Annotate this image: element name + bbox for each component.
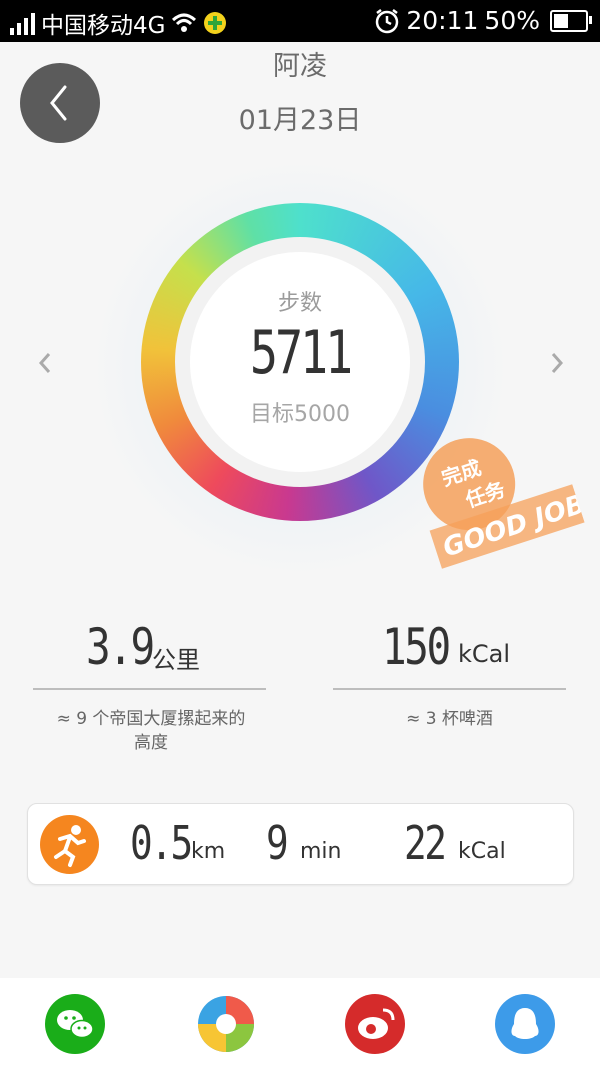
share-weibo-button[interactable] (345, 994, 405, 1054)
date-label: 01月23日 (238, 105, 362, 136)
battery-icon (550, 9, 592, 32)
qq-icon (511, 1008, 539, 1039)
activity-time-value: 9 (266, 816, 289, 870)
chevron-right-icon (551, 353, 564, 373)
activity-card[interactable]: 0.5 km 9 min 22 kCal (27, 803, 574, 885)
share-qq-button[interactable] (495, 994, 555, 1054)
user-name: 阿凌 (273, 51, 327, 82)
distance-value: 3.9 (86, 618, 155, 676)
previous-day-button[interactable] (30, 348, 60, 378)
steps-summary: 步数 5711 目标5000 (190, 252, 410, 472)
share-wechat-button[interactable] (45, 994, 105, 1054)
chevron-left-icon (38, 353, 51, 373)
goal-label: 目标5000 (250, 402, 350, 427)
status-bar-left: 中国移动4G (10, 6, 227, 40)
runner-figure (54, 825, 86, 867)
status-bar: 中国移动4G 20:11 50% (0, 0, 600, 42)
calories-divider (333, 688, 566, 690)
clock-time: 20:11 (406, 6, 479, 35)
calories-comparison: ≈ 3 杯啤酒 (406, 709, 493, 729)
weibo-icon (358, 1008, 395, 1039)
app-notification-icon (204, 12, 227, 34)
carrier-label: 中国移动4G (41, 13, 166, 39)
activity-distance-value: 0.5 (130, 816, 193, 870)
signal-icon (10, 11, 35, 35)
activity-time-unit: min (300, 839, 342, 864)
activity-calories-value: 22 (404, 816, 447, 870)
next-day-button[interactable] (542, 348, 572, 378)
share-camera-button[interactable] (196, 994, 256, 1054)
share-bar (0, 978, 600, 1067)
steps-value: 5711 (249, 318, 353, 388)
calories-unit: kCal (458, 640, 511, 668)
battery-percent: 50% (484, 6, 540, 35)
distance-unit: 公里 (152, 646, 200, 674)
alarm-icon (376, 8, 399, 33)
activity-calories-unit: kCal (458, 839, 506, 864)
steps-label: 步数 (277, 291, 322, 316)
activity-distance-unit: km (191, 839, 226, 864)
distance-comparison: ≈ 9 个帝国大厦摞起来的 高度 (56, 709, 246, 753)
running-icon (40, 815, 99, 874)
wechat-icon (57, 1010, 94, 1039)
battery-level (554, 13, 568, 28)
aperture-icon (198, 996, 254, 1052)
distance-divider (33, 688, 266, 690)
status-bar-right: 20:11 50% (374, 6, 592, 35)
wifi-icon (172, 13, 197, 32)
calories-value: 150 (382, 618, 451, 676)
